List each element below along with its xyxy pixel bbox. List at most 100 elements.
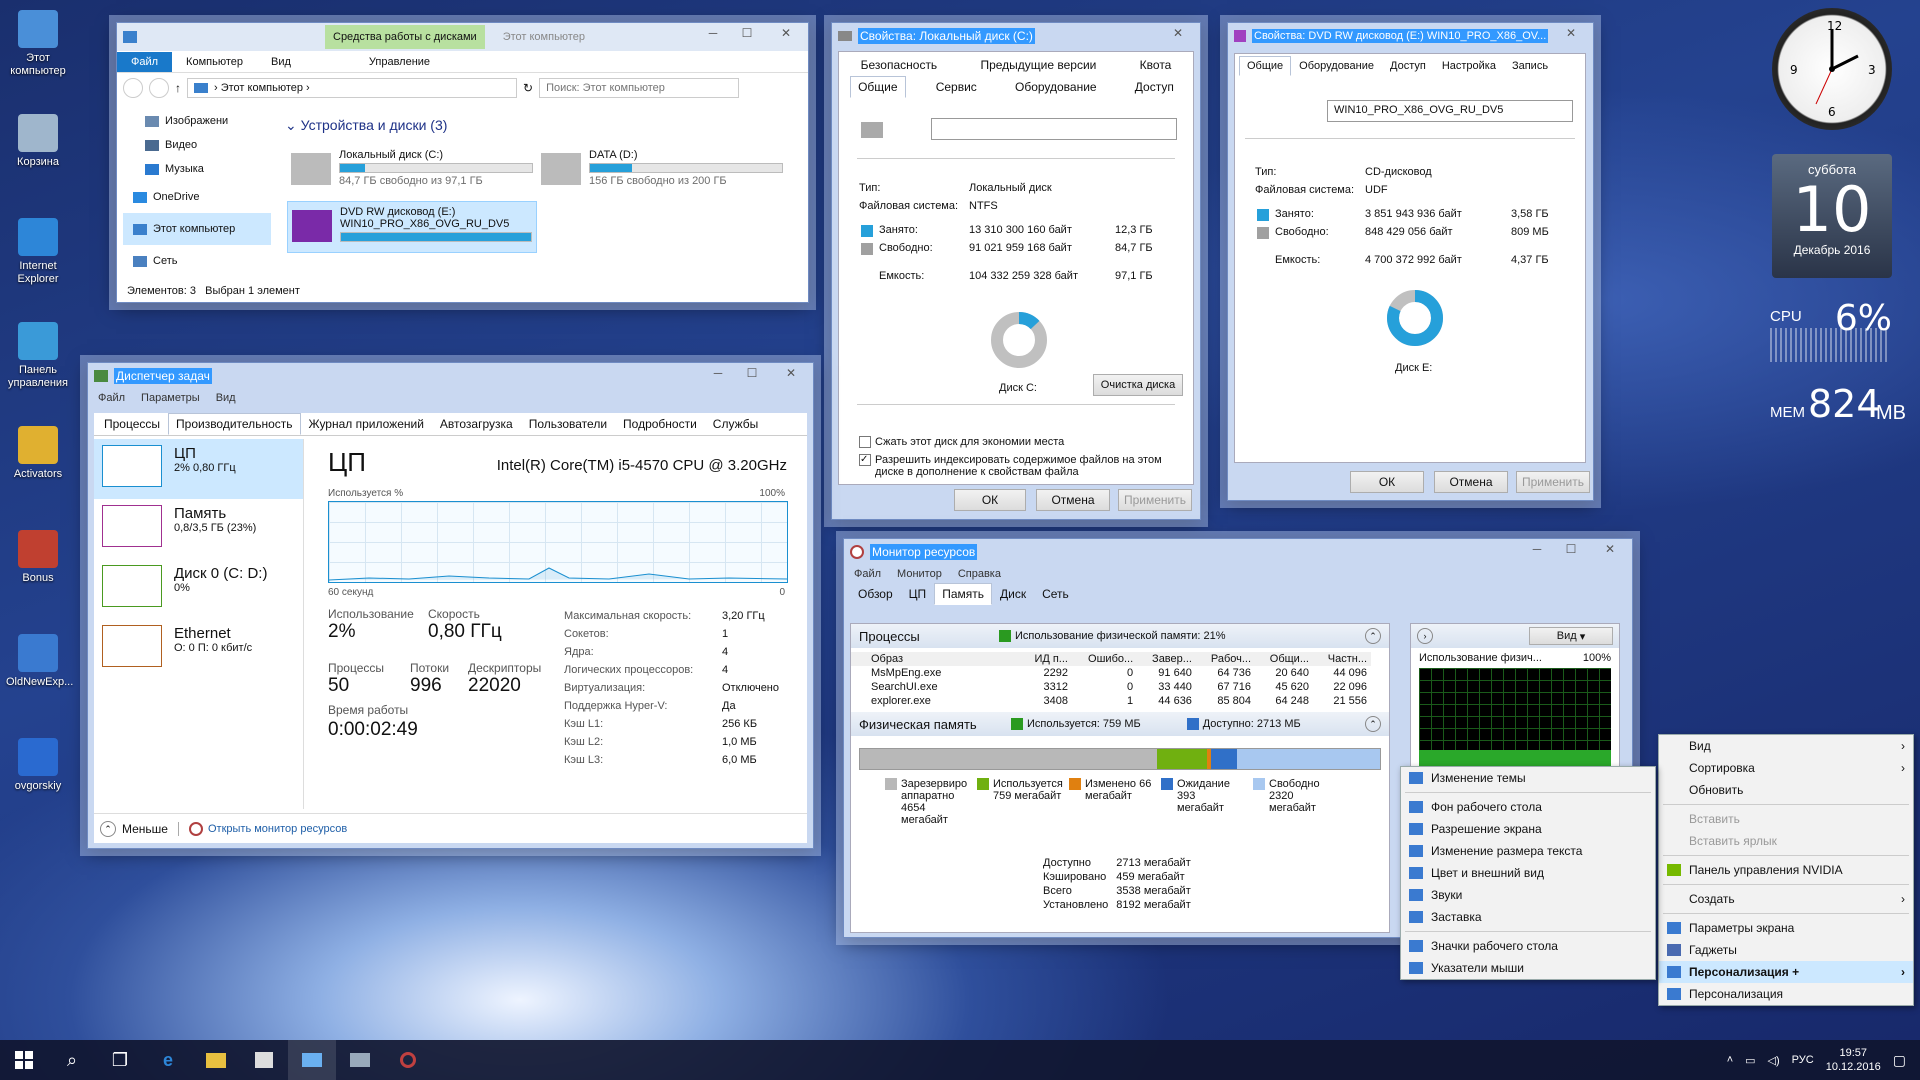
tab[interactable]: Общие — [1239, 56, 1292, 76]
minimize-button[interactable]: ─ — [1520, 539, 1554, 559]
drive-tile[interactable]: DATA (D:) 156 ГБ свободно из 200 ГБ — [537, 145, 787, 195]
maximize-button[interactable]: ☐ — [730, 23, 764, 43]
tab[interactable]: Общие — [850, 76, 906, 98]
tab[interactable]: Сервис — [928, 76, 985, 98]
table-row[interactable]: SearchUI.exe 3312 0 33 440 67 716 45 620 22 09… — [851, 680, 1371, 694]
maximize-button[interactable]: ☐ — [1554, 539, 1588, 559]
notifications-icon[interactable]: ▢ — [1893, 1052, 1906, 1069]
store-icon[interactable] — [240, 1040, 288, 1080]
less-button[interactable]: ⌃ Меньше — [100, 820, 168, 837]
explorer-task-icon[interactable] — [288, 1040, 336, 1080]
menu-item[interactable]: Гаджеты — [1659, 939, 1913, 961]
menu-item[interactable]: Персонализация + › — [1659, 961, 1913, 983]
network-icon[interactable]: ▭ — [1745, 1054, 1755, 1067]
tab[interactable]: Запись — [1504, 56, 1556, 76]
menu-item[interactable]: Цвет и внешний вид — [1401, 862, 1655, 884]
physical-memory-header[interactable]: Физическая память Используется: 759 МБ Д… — [851, 712, 1389, 736]
nav-item[interactable]: Музыка — [123, 157, 271, 181]
menu-item[interactable]: Файл — [854, 568, 881, 580]
menu-item[interactable]: Вставить — [1659, 808, 1913, 830]
minimize-button[interactable]: ─ — [696, 23, 730, 43]
clock[interactable]: 19:57 10.12.2016 — [1826, 1046, 1881, 1074]
menu-item[interactable]: Создать › — [1659, 888, 1913, 910]
close-button[interactable]: ✕ — [769, 363, 813, 383]
ribbon-tab[interactable]: Управление — [355, 52, 444, 72]
tab[interactable]: Квота — [1132, 54, 1180, 76]
nav-item[interactable]: Сеть — [123, 245, 271, 277]
clock-gadget[interactable]: 12 3 6 9 — [1772, 8, 1892, 130]
tab[interactable]: Процессы — [96, 413, 168, 435]
close-button[interactable]: ✕ — [1549, 23, 1593, 43]
checkbox-box[interactable]: ✓ — [859, 454, 871, 466]
address-bar[interactable]: › Этот компьютер › — [187, 78, 517, 98]
apply-button[interactable]: Применить — [1118, 489, 1192, 511]
tab[interactable]: Диск — [992, 583, 1034, 605]
tab[interactable]: Службы — [705, 413, 766, 435]
perf-item[interactable]: Ethernet О: 0 П: 0 кбит/с — [94, 619, 303, 679]
search-icon[interactable]: ⌕ — [48, 1040, 96, 1080]
column-header[interactable]: Частн... — [1313, 652, 1371, 666]
up-icon[interactable]: ↑ — [175, 81, 181, 95]
context-tab[interactable]: Средства работы с дисками — [325, 25, 485, 49]
ribbon-tab[interactable]: Компьютер — [172, 52, 257, 72]
table-row[interactable]: MsMpEng.exe 2292 0 91 640 64 736 20 640 44 096 — [851, 666, 1371, 680]
ok-button[interactable]: ОК — [1350, 471, 1424, 493]
menu-item[interactable]: Монитор — [897, 568, 942, 580]
perf-item[interactable]: ЦП 2% 0,80 ГГц — [94, 439, 303, 499]
menu-item[interactable]: Персонализация — [1659, 983, 1913, 1005]
mem-meter-gadget[interactable]: MEM 824 MB — [1768, 382, 1906, 442]
close-button[interactable]: ✕ — [764, 23, 808, 43]
forward-icon[interactable] — [149, 78, 169, 98]
tab[interactable]: Память — [934, 583, 992, 605]
perf-item[interactable]: Память 0,8/3,5 ГБ (23%) — [94, 499, 303, 559]
tab[interactable]: Пользователи — [521, 413, 615, 435]
desktop-icon[interactable]: Activators — [6, 426, 70, 481]
desktop-icon[interactable]: Этот компьютер — [6, 10, 70, 78]
volume-label-field[interactable] — [931, 118, 1177, 140]
maximize-button[interactable]: ☐ — [735, 363, 769, 383]
collapse-icon[interactable]: ⌃ — [1365, 628, 1381, 644]
column-header[interactable]: Завер... — [1137, 652, 1196, 666]
menu-item[interactable]: Вставить ярлык — [1659, 830, 1913, 852]
tab[interactable]: ЦП — [901, 583, 935, 605]
refresh-icon[interactable]: ↻ — [523, 81, 533, 95]
checkbox-box[interactable] — [859, 436, 871, 448]
cpu-meter-gadget[interactable]: CPU 6% — [1768, 298, 1898, 368]
menu-item[interactable]: Изменение темы — [1401, 767, 1655, 789]
table-row[interactable]: explorer.exe 3408 1 44 636 85 804 64 248 21 55… — [851, 694, 1371, 708]
compress-checkbox[interactable]: Сжать этот диск для экономии места — [859, 436, 1064, 448]
ribbon-tab[interactable]: Вид — [257, 52, 305, 72]
nav-item[interactable]: Изображени — [123, 109, 271, 133]
disk-cleanup-button[interactable]: Очистка диска — [1093, 374, 1183, 396]
menu-item[interactable]: Значки рабочего стола — [1401, 935, 1655, 957]
column-header[interactable]: Ошибо... — [1072, 652, 1137, 666]
processes-header[interactable]: Процессы Использование физической памяти… — [851, 624, 1389, 648]
ok-button[interactable]: ОК — [954, 489, 1026, 511]
desktop-icon[interactable]: Bonus — [6, 530, 70, 585]
menu-item[interactable]: Вид — [216, 392, 236, 404]
menu-item[interactable]: Обновить — [1659, 779, 1913, 801]
tab[interactable]: Доступ — [1382, 56, 1434, 76]
tab[interactable]: Журнал приложений — [301, 413, 432, 435]
column-header[interactable]: Образ — [851, 652, 1021, 666]
calendar-gadget[interactable]: суббота 10 Декабрь 2016 — [1772, 154, 1892, 278]
open-monitor-link[interactable]: Открыть монитор ресурсов — [188, 821, 347, 836]
expand-icon[interactable]: › — [1417, 628, 1433, 644]
minimize-button[interactable]: ─ — [701, 363, 735, 383]
back-icon[interactable] — [123, 78, 143, 98]
tab[interactable]: Предыдущие версии — [972, 54, 1104, 76]
perf-item[interactable]: Диск 0 (C: D:) 0% — [94, 559, 303, 619]
chevron-up-icon[interactable]: ˄ — [1727, 1054, 1733, 1066]
menu-item[interactable]: Вид › — [1659, 735, 1913, 757]
taskmgr-task-icon[interactable] — [336, 1040, 384, 1080]
cancel-button[interactable]: Отмена — [1036, 489, 1110, 511]
menu-item[interactable]: Параметры экрана — [1659, 917, 1913, 939]
nav-item[interactable]: Видео — [123, 133, 271, 157]
desktop-icon[interactable]: Корзина — [6, 114, 70, 169]
desktop-icon[interactable]: Панель управления — [6, 322, 70, 390]
tab[interactable]: Сеть — [1034, 583, 1077, 605]
close-button[interactable]: ✕ — [1156, 23, 1200, 43]
group-header[interactable]: ⌄ Устройства и диски (3) — [285, 117, 447, 134]
tab[interactable]: Доступ — [1127, 76, 1182, 98]
column-header[interactable]: Рабоч... — [1196, 652, 1255, 666]
